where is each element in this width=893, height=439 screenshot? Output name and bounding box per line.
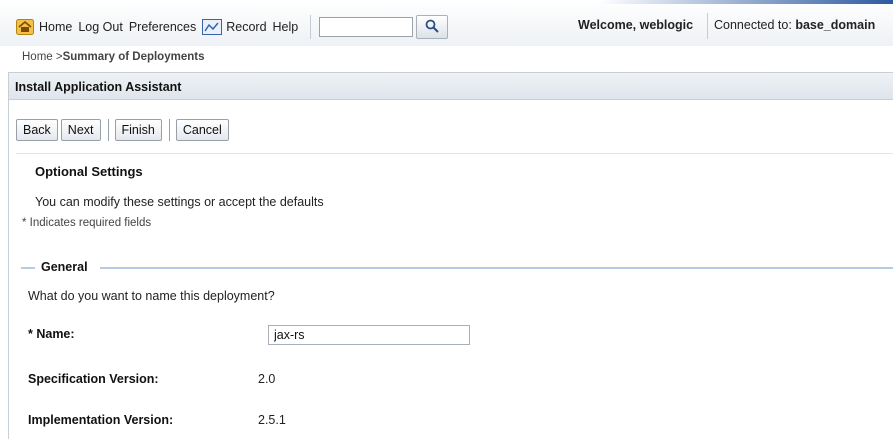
next-button[interactable]: Next xyxy=(60,119,101,141)
finish-button[interactable]: Finish xyxy=(114,119,162,141)
general-section-title: General xyxy=(41,260,88,274)
search-button[interactable] xyxy=(416,15,449,39)
breadcrumb: Home >Summary of Deployments xyxy=(22,51,204,63)
section-rule-left xyxy=(21,267,35,269)
wizard-button-bar: Back Next Finish Cancel xyxy=(16,118,232,142)
optional-settings-description: You can modify these settings or accept … xyxy=(35,195,324,209)
name-field[interactable] xyxy=(268,325,470,345)
cancel-button[interactable]: Cancel xyxy=(175,119,229,141)
required-fields-note: * Indicates required fields xyxy=(22,217,152,229)
impl-version-label: Implementation Version: xyxy=(28,413,174,427)
button-divider xyxy=(168,119,170,141)
section-rule-right xyxy=(100,267,893,269)
deployment-name-question: What do you want to name this deployment… xyxy=(28,289,275,303)
button-divider xyxy=(107,119,109,141)
back-button[interactable]: Back xyxy=(16,119,58,141)
welcome-text: Welcome, weblogic xyxy=(578,18,693,32)
panel-header: Install Application Assistant xyxy=(9,73,893,100)
username: weblogic xyxy=(639,18,694,32)
global-toolbar: Home Log Out Preferences Record Help xyxy=(16,15,449,39)
session-divider xyxy=(707,13,708,39)
impl-version-value: 2.5.1 xyxy=(258,413,286,427)
spec-version-value: 2.0 xyxy=(258,372,276,386)
panel-title: Install Application Assistant xyxy=(15,80,182,94)
breadcrumb-separator: > xyxy=(52,51,63,63)
breadcrumb-current[interactable]: Summary of Deployments xyxy=(63,51,205,63)
toolbar-divider xyxy=(310,15,312,39)
welcome-prefix: Welcome, xyxy=(578,18,640,32)
spec-version-label: Specification Version: xyxy=(28,372,159,386)
record-icon[interactable] xyxy=(202,19,223,35)
divider-line xyxy=(16,153,893,154)
breadcrumb-home[interactable]: Home xyxy=(22,51,53,63)
help-link[interactable]: Help xyxy=(273,20,299,34)
search-input[interactable] xyxy=(319,17,414,37)
search-icon xyxy=(425,19,439,36)
home-link[interactable]: Home xyxy=(39,20,72,34)
optional-settings-title: Optional Settings xyxy=(35,164,143,179)
banner-accent-stripe xyxy=(600,0,893,4)
preferences-link[interactable]: Preferences xyxy=(129,20,196,34)
domain-name: base_domain xyxy=(795,18,876,32)
name-label: * Name: xyxy=(28,327,75,341)
logout-link[interactable]: Log Out xyxy=(78,20,122,34)
home-icon[interactable] xyxy=(16,19,34,35)
connected-prefix: Connected to: xyxy=(714,18,796,32)
connection-status: Connected to: base_domain xyxy=(714,18,875,32)
record-link[interactable]: Record xyxy=(226,20,266,34)
